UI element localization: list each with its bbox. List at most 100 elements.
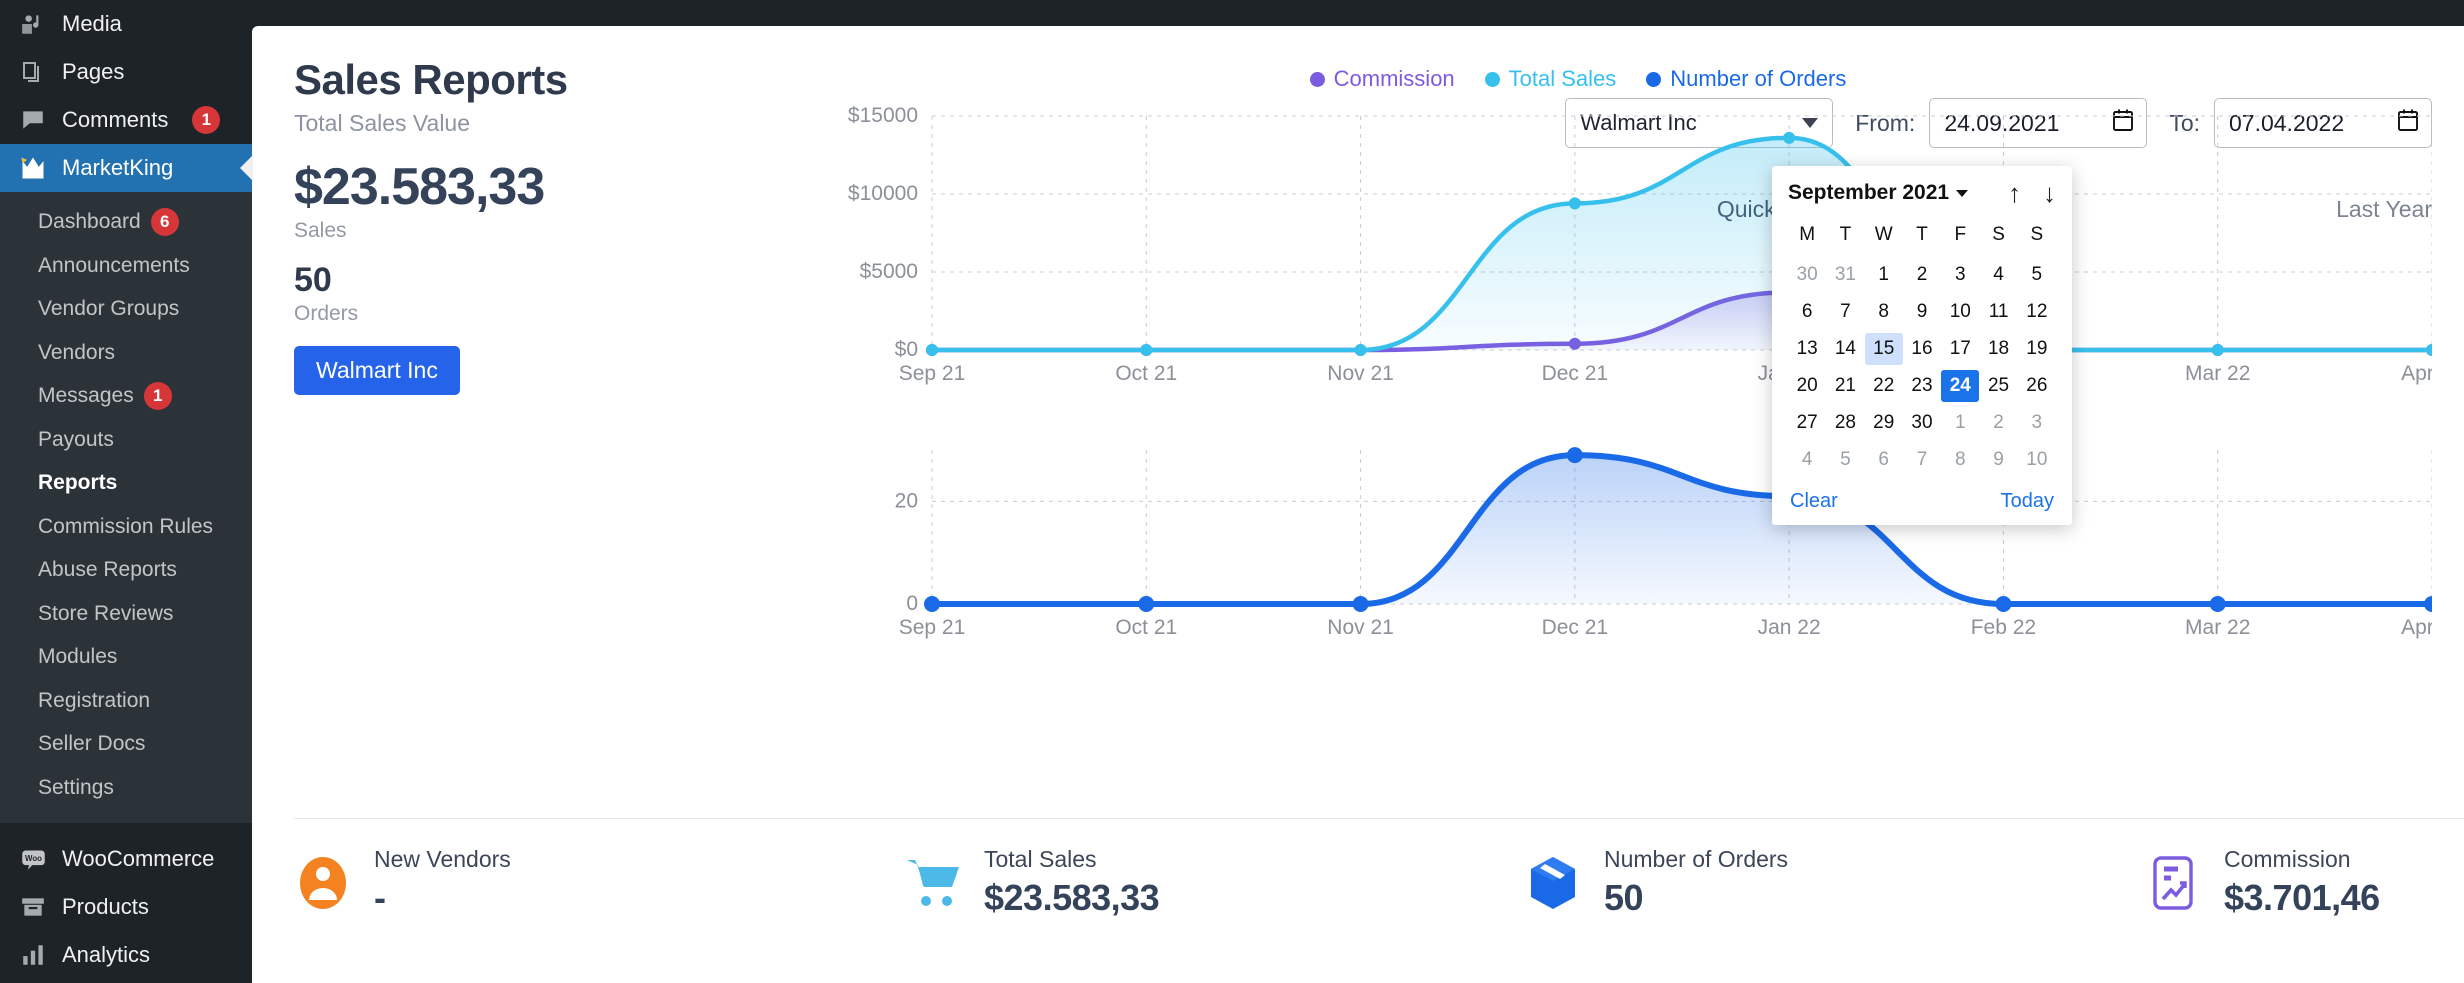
calendar-day[interactable]: 30	[1788, 259, 1826, 291]
legend-label: Commission	[1333, 66, 1455, 91]
legend-item-total-sales[interactable]: Total Sales	[1484, 66, 1616, 92]
calendar-day[interactable]: 7	[1903, 444, 1941, 476]
card-value: $3.701,46	[2224, 877, 2380, 918]
calendar-day[interactable]: 14	[1826, 333, 1864, 365]
dow-label: T	[1916, 224, 1928, 245]
submenu-item-registration[interactable]: Registration	[0, 679, 252, 723]
calendar-day[interactable]: 12	[2018, 296, 2056, 328]
month-year-selector[interactable]: September 2021	[1788, 181, 1969, 205]
calendar-day[interactable]: 17	[1941, 333, 1979, 365]
orders-value: 50	[294, 261, 332, 299]
y-axis-tick-label: $15000	[848, 104, 918, 127]
calendar-day[interactable]: 3	[2018, 407, 2056, 439]
calendar-day[interactable]: 1	[1865, 259, 1903, 291]
calendar-day[interactable]: 19	[2018, 333, 2056, 365]
calendar-day[interactable]: 27	[1788, 407, 1826, 439]
calendar-day[interactable]: 30	[1903, 407, 1941, 439]
submenu-item-reports[interactable]: Reports	[0, 461, 252, 505]
submenu-item-announcements[interactable]: Announcements	[0, 244, 252, 288]
calendar-day[interactable]: 23	[1903, 370, 1941, 402]
card-value: $23.583,33	[984, 877, 1160, 918]
clear-button[interactable]: Clear	[1790, 490, 1838, 513]
calendar-day[interactable]: 21	[1826, 370, 1864, 402]
date-picker-popup[interactable]: September 2021 ↑ ↓ M T W T F S S 30 31 1…	[1772, 166, 2072, 525]
calendar-day[interactable]: 22	[1865, 370, 1903, 402]
calendar-day[interactable]: 9	[1903, 296, 1941, 328]
calendar-day[interactable]: 24	[1941, 370, 1980, 402]
calendar-day[interactable]: 1	[1941, 407, 1979, 439]
woocommerce-icon: Woo	[18, 844, 48, 874]
submenu-item-commission-rules[interactable]: Commission Rules	[0, 505, 252, 549]
calendar-day[interactable]: 9	[1979, 444, 2017, 476]
user-icon	[294, 854, 352, 912]
calendar-day[interactable]: 7	[1826, 296, 1864, 328]
data-point	[1783, 131, 1796, 144]
sidebar-item-comments[interactable]: Comments 1	[0, 96, 252, 144]
calendar-day[interactable]: 29	[1865, 407, 1903, 439]
calendar-day[interactable]: 13	[1788, 333, 1826, 365]
submenu-label: Abuse Reports	[38, 558, 177, 581]
calendar-day[interactable]: 2	[1903, 259, 1941, 291]
arrow-down-icon[interactable]: ↓	[2043, 180, 2056, 206]
vendor-filter-button[interactable]: Walmart Inc	[294, 346, 460, 395]
calendar-day[interactable]: 31	[1826, 259, 1864, 291]
active-arrow-icon	[240, 155, 253, 181]
calendar-day[interactable]: 4	[1979, 259, 2017, 291]
card-number-of-orders: Number of Orders 50	[1524, 846, 2144, 919]
calendar-day[interactable]: 6	[1788, 296, 1826, 328]
sidebar-item-pages[interactable]: Pages	[0, 48, 252, 96]
today-button[interactable]: Today	[2001, 490, 2054, 513]
legend-item-number-of-orders[interactable]: Number of Orders	[1646, 66, 1846, 92]
calendar-day[interactable]: 20	[1788, 370, 1826, 402]
calendar-day[interactable]: 3	[1941, 259, 1979, 291]
submenu-item-seller-docs[interactable]: Seller Docs	[0, 722, 252, 766]
submenu-item-settings[interactable]: Settings	[0, 766, 252, 810]
calendar-day[interactable]: 28	[1826, 407, 1864, 439]
calendar-day[interactable]: 11	[1979, 296, 2017, 328]
calendar-day[interactable]: 26	[2018, 370, 2056, 402]
calendar-day[interactable]: 8	[1941, 444, 1979, 476]
messages-badge: 1	[143, 381, 172, 410]
submenu-label: Store Reviews	[38, 601, 174, 625]
calendar-day[interactable]: 10	[1941, 296, 1979, 328]
sales-commission-chart[interactable]: $0 $5000 $10000 $15000 Sep 21 Oct 21 Nov 21 Dec…	[772, 100, 2432, 400]
calendar-day[interactable]: 15	[1864, 333, 1903, 365]
submenu-item-dashboard[interactable]: Dashboard 6	[0, 200, 252, 244]
sidebar-item-analytics[interactable]: Analytics	[0, 931, 252, 979]
calendar-day[interactable]: 5	[1826, 444, 1864, 476]
page-subtitle: Total Sales Value	[294, 110, 471, 136]
arrow-up-icon[interactable]: ↑	[2008, 180, 2021, 206]
sidebar-item-media[interactable]: Media	[0, 0, 252, 48]
y-axis-tick-label: 0	[906, 592, 918, 615]
total-sales-label: Sales	[294, 219, 347, 242]
cart-icon	[904, 854, 962, 912]
submenu-item-messages[interactable]: Messages 1	[0, 374, 252, 418]
card-total-sales: Total Sales $23.583,33	[904, 846, 1524, 919]
sidebar-item-products[interactable]: Products	[0, 883, 252, 931]
calendar-day[interactable]: 16	[1903, 333, 1941, 365]
calendar-day[interactable]: 18	[1979, 333, 2017, 365]
chart-legend: Commission Total Sales Number of Orders	[692, 56, 2464, 92]
sidebar-item-woocommerce[interactable]: Woo WooCommerce	[0, 835, 252, 883]
legend-label: Number of Orders	[1670, 66, 1847, 91]
sidebar-item-marketing[interactable]: Marketing	[0, 979, 252, 983]
submenu-item-modules[interactable]: Modules	[0, 635, 252, 679]
submenu-item-abuse-reports[interactable]: Abuse Reports	[0, 548, 252, 592]
calendar-day[interactable]: 25	[1979, 370, 2017, 402]
sidebar-item-label: Products	[62, 894, 149, 919]
submenu-item-vendors[interactable]: Vendors	[0, 331, 252, 375]
submenu-item-payouts[interactable]: Payouts	[0, 418, 252, 462]
calendar-day[interactable]: 10	[2018, 444, 2056, 476]
calendar-day[interactable]: 8	[1865, 296, 1903, 328]
card-new-vendors: New Vendors -	[294, 846, 904, 919]
submenu-item-store-reviews[interactable]: Store Reviews	[0, 592, 252, 636]
date-picker-nav: ↑ ↓	[2008, 180, 2056, 206]
sidebar-item-marketking[interactable]: MarketKing	[0, 144, 253, 192]
calendar-day[interactable]: 6	[1865, 444, 1903, 476]
calendar-day[interactable]: 5	[2018, 259, 2056, 291]
orders-chart[interactable]: 0 20 Sep 21 Oct 21 Nov 21 Dec 21 Jan 22 Feb 22 M…	[772, 434, 2432, 654]
submenu-item-vendor-groups[interactable]: Vendor Groups	[0, 287, 252, 331]
calendar-day[interactable]: 4	[1788, 444, 1826, 476]
calendar-day[interactable]: 2	[1979, 407, 2017, 439]
legend-item-commission[interactable]: Commission	[1309, 66, 1455, 92]
